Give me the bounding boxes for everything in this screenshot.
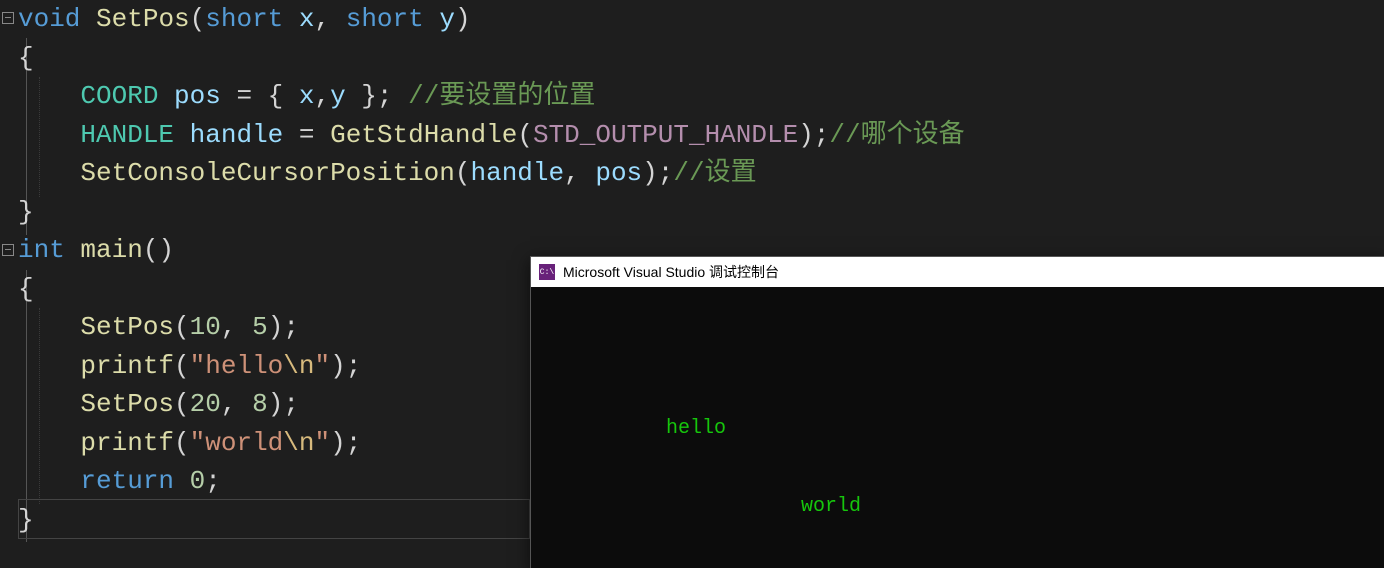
debug-console-window[interactable]: C:\ Microsoft Visual Studio 调试控制台 hello w…: [530, 256, 1384, 568]
console-output-area[interactable]: hello world: [531, 287, 1384, 568]
console-title: Microsoft Visual Studio 调试控制台: [563, 262, 779, 282]
fold-minus-icon[interactable]: [2, 12, 14, 24]
console-titlebar[interactable]: C:\ Microsoft Visual Studio 调试控制台: [531, 257, 1384, 287]
console-output-line: world: [801, 495, 861, 518]
fold-minus-icon[interactable]: [2, 244, 14, 256]
console-output-line: hello: [666, 417, 726, 440]
editor-gutter: [0, 0, 18, 568]
vs-console-icon: C:\: [539, 264, 555, 280]
